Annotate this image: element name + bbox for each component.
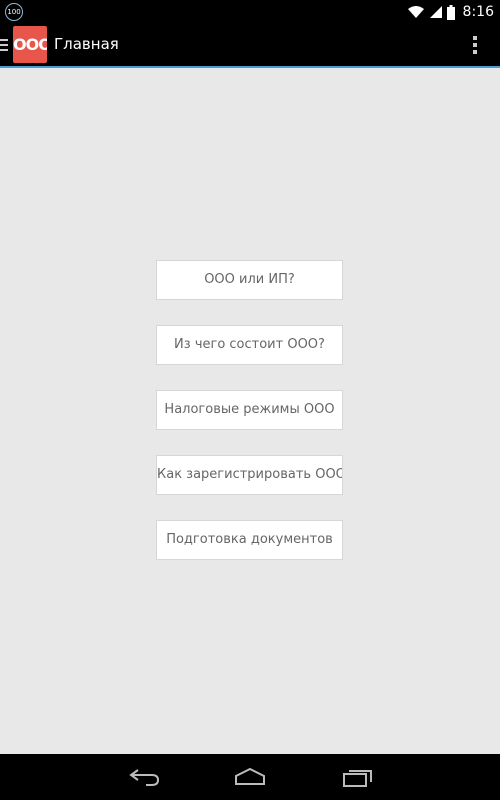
main-content: ООО или ИП? Из чего состоит ООО? Налогов…	[0, 68, 500, 754]
battery-icon	[446, 4, 455, 20]
app-logo[interactable]: OOO	[13, 26, 47, 63]
button-register-ooo[interactable]: Как зарегистрировать ООО	[156, 455, 343, 495]
action-bar: OOO Главная	[0, 24, 500, 68]
overflow-menu-icon[interactable]	[472, 35, 478, 55]
status-time: 8:16	[462, 4, 494, 20]
status-bar: 100 8:16	[0, 0, 500, 24]
button-documents-prep[interactable]: Подготовка документов	[156, 520, 343, 560]
button-tax-regimes[interactable]: Налоговые режимы ООО	[156, 390, 343, 430]
wifi-icon	[407, 6, 424, 18]
button-ooo-or-ip[interactable]: ООО или ИП?	[156, 260, 343, 300]
home-icon[interactable]	[233, 766, 267, 788]
button-ooo-composition[interactable]: Из чего состоит ООО?	[156, 325, 343, 365]
app-logo-text: OOO	[13, 35, 47, 54]
recents-icon[interactable]	[341, 766, 375, 788]
system-nav-bar	[0, 754, 500, 800]
drawer-icon[interactable]	[0, 39, 8, 51]
signal-icon	[429, 6, 442, 18]
page-title: Главная	[54, 35, 119, 53]
notification-badge: 100	[5, 3, 23, 21]
back-icon[interactable]	[128, 766, 162, 788]
status-icons: 8:16	[407, 0, 494, 24]
